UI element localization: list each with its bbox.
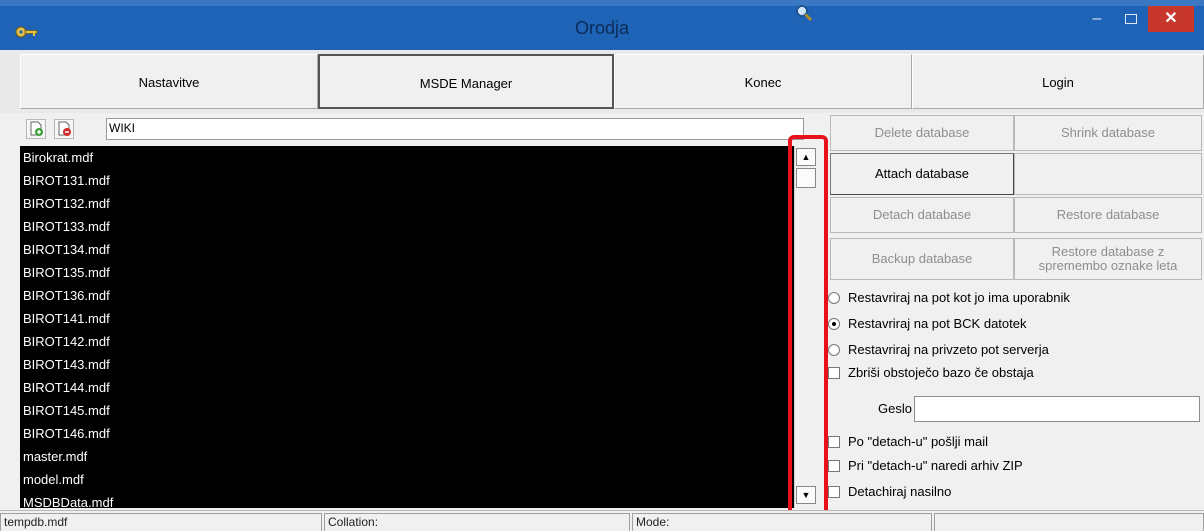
file-list-item[interactable]: Birokrat.mdf <box>20 146 794 169</box>
search-icon <box>796 5 813 22</box>
tab-konec[interactable]: Konec <box>614 54 912 109</box>
radio-icon <box>828 344 840 356</box>
window-title: Orodja <box>574 18 630 38</box>
checkbox-icon <box>828 460 840 472</box>
title-top-strip <box>0 0 1204 6</box>
title-bar: Orodja – ✕ <box>0 0 1204 50</box>
file-list-item[interactable]: BIROT146.mdf <box>20 422 794 445</box>
restore-change-line1: Restore database z <box>1051 244 1165 259</box>
file-list-item[interactable]: BIROT135.mdf <box>20 261 794 284</box>
password-input[interactable] <box>914 396 1200 422</box>
checkbox-label: Detachiraj nasilno <box>848 484 952 499</box>
tab-nastavitve[interactable]: Nastavitve <box>20 54 318 109</box>
radio-label: Restavriraj na pot kot jo ima uporabnik <box>848 290 1070 305</box>
checkbox-zip-archive[interactable]: Pri "detach-u" naredi arhiv ZIP <box>828 455 1023 477</box>
tab-msde-manager[interactable]: MSDE Manager <box>318 54 614 109</box>
main-nav: Nastavitve MSDE Manager Konec Login <box>0 50 1204 113</box>
file-list-item[interactable]: BIROT141.mdf <box>20 307 794 330</box>
radio-icon <box>828 292 840 304</box>
file-list-item[interactable]: MSDBData.mdf <box>20 491 794 508</box>
radio-restore-user-path[interactable]: Restavriraj na pot kot jo ima uporabnik <box>828 287 1070 309</box>
add-file-icon <box>30 121 43 136</box>
checkbox-send-mail[interactable]: Po "detach-u" pošlji mail <box>828 431 988 453</box>
checkbox-label: Po "detach-u" pošlji mail <box>848 434 989 449</box>
password-label: Geslo <box>878 401 912 416</box>
checkbox-icon <box>828 486 840 498</box>
file-list-item[interactable]: master.mdf <box>20 445 794 468</box>
radio-selected-icon <box>828 318 840 330</box>
restore-change-year-button[interactable]: Restore database z spremembo oznake leta <box>1014 238 1202 280</box>
file-list-item[interactable]: model.mdf <box>20 468 794 491</box>
backup-database-button[interactable]: Backup database <box>830 238 1014 280</box>
restore-database-button[interactable]: Restore database <box>1014 197 1202 233</box>
search-input[interactable]: WIKI <box>106 118 804 140</box>
detach-database-button[interactable]: Detach database <box>830 197 1014 233</box>
scrollbar-highlight-annotation <box>788 135 828 515</box>
add-file-button[interactable] <box>26 119 46 139</box>
remove-file-button[interactable] <box>54 119 74 139</box>
empty-action-slot <box>1014 153 1202 195</box>
attach-database-button[interactable]: Attach database <box>830 153 1014 195</box>
file-toolbar: WIKI <box>22 115 820 143</box>
shrink-database-button[interactable]: Shrink database <box>1014 115 1202 151</box>
checkbox-label: Zbriši obstoječo bazo če obstaja <box>848 365 1034 380</box>
checkbox-icon <box>828 367 840 379</box>
file-list-item[interactable]: BIROT134.mdf <box>20 238 794 261</box>
database-file-list[interactable]: Birokrat.mdf BIROT131.mdf BIROT132.mdf BIRO… <box>20 146 794 508</box>
delete-database-button[interactable]: Delete database <box>830 115 1014 151</box>
radio-restore-bck-path[interactable]: Restavriraj na pot BCK datotek <box>828 313 1026 335</box>
minimize-button[interactable]: – <box>1084 6 1110 32</box>
status-mode: Mode: <box>632 513 932 531</box>
checkbox-label: Pri "detach-u" naredi arhiv ZIP <box>848 458 1023 473</box>
maximize-button[interactable] <box>1118 6 1144 32</box>
checkbox-force-detach[interactable]: Detachiraj nasilno <box>828 481 951 503</box>
tab-login[interactable]: Login <box>912 54 1204 109</box>
file-list-item[interactable]: BIROT144.mdf <box>20 376 794 399</box>
file-list-item[interactable]: BIROT133.mdf <box>20 215 794 238</box>
checkbox-icon <box>828 436 840 448</box>
file-list-item[interactable]: BIROT131.mdf <box>20 169 794 192</box>
close-button[interactable]: ✕ <box>1148 6 1194 32</box>
radio-label: Restavriraj na privzeto pot serverja <box>848 342 1049 357</box>
file-list-item[interactable]: BIROT143.mdf <box>20 353 794 376</box>
file-list-item[interactable]: BIROT142.mdf <box>20 330 794 353</box>
radio-restore-server-path[interactable]: Restavriraj na privzeto pot serverja <box>828 339 1049 361</box>
remove-file-icon <box>58 121 71 136</box>
status-collation: Collation: <box>324 513 630 531</box>
file-list-item[interactable]: BIROT132.mdf <box>20 192 794 215</box>
status-file: tempdb.mdf <box>0 513 322 531</box>
restore-change-line2: spremembo oznake leta <box>1038 258 1178 273</box>
checkbox-delete-existing[interactable]: Zbriši obstoječo bazo če obstaja <box>828 362 1034 384</box>
maximize-icon <box>1125 14 1137 24</box>
file-list-item[interactable]: BIROT136.mdf <box>20 284 794 307</box>
file-list-item[interactable]: BIROT145.mdf <box>20 399 794 422</box>
radio-label: Restavriraj na pot BCK datotek <box>848 316 1027 331</box>
search-button[interactable] <box>794 3 814 25</box>
status-extra <box>934 513 1204 531</box>
status-bar: tempdb.mdf Collation: Mode: <box>0 510 1204 531</box>
